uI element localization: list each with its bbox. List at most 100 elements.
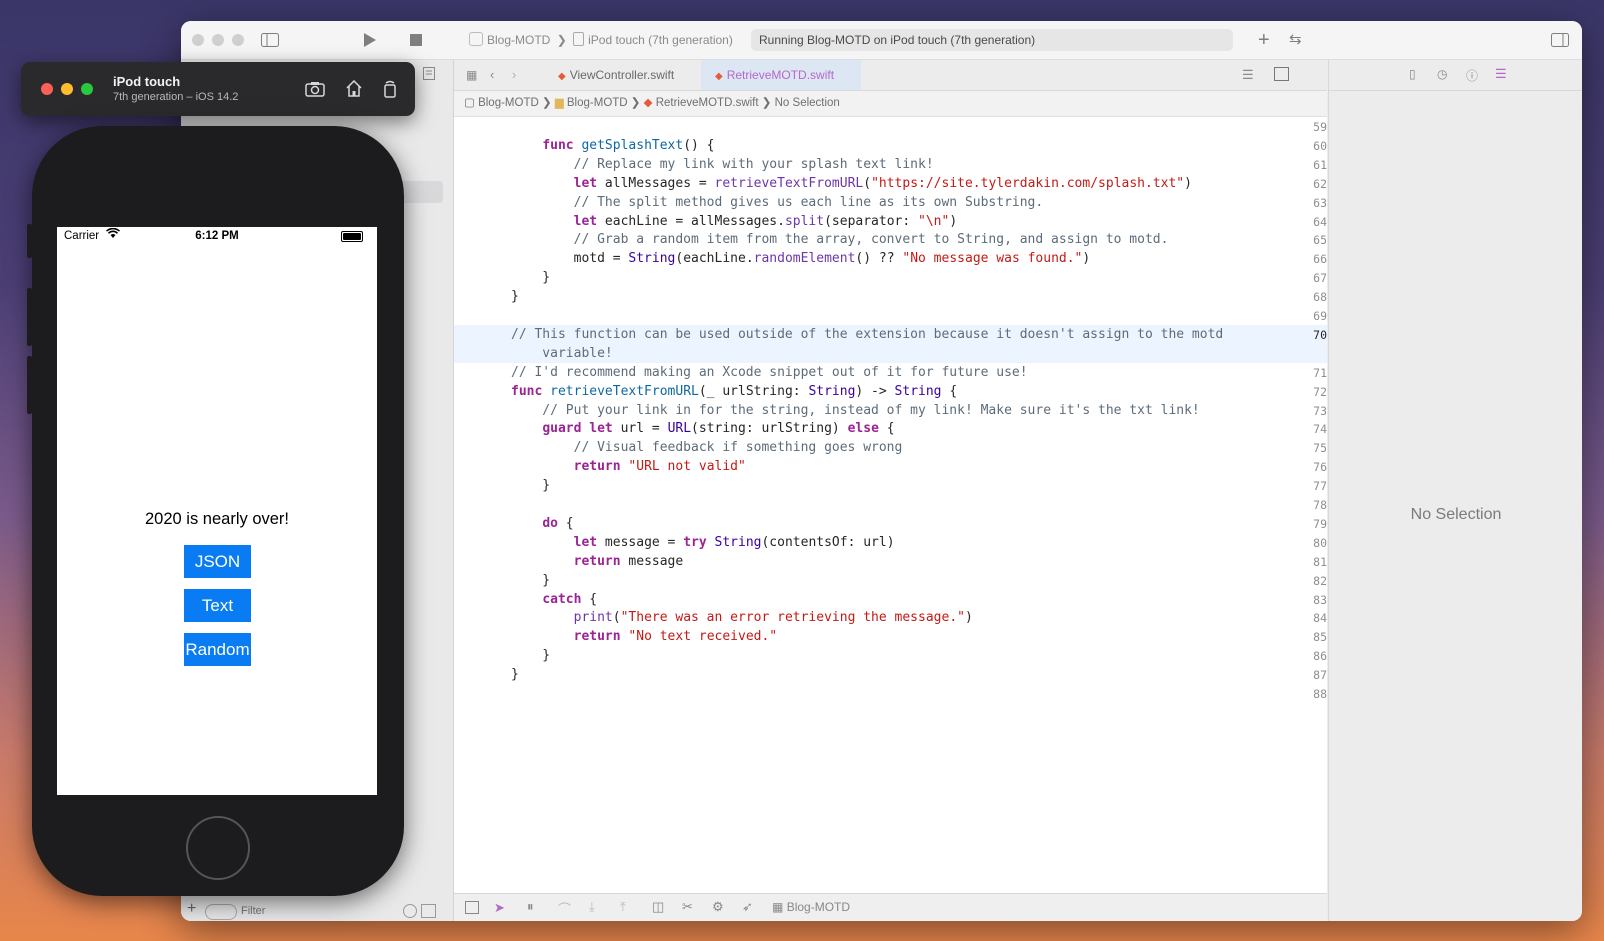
forward-chevron-icon[interactable]: ›: [512, 67, 516, 82]
code-line[interactable]: // I'd recommend making an Xcode snippet…: [511, 365, 1028, 380]
code-line[interactable]: }: [511, 573, 550, 588]
jump-symbol[interactable]: No Selection: [775, 97, 840, 109]
navigator-filter-bar: +: [181, 900, 453, 921]
history-icon[interactable]: ◷: [1437, 67, 1447, 81]
code-line[interactable]: }: [511, 270, 550, 285]
chevron-right-icon: ❯: [541, 97, 552, 109]
code-line[interactable]: func retrieveTextFromURL(_ urlString: St…: [511, 384, 957, 399]
json-button[interactable]: JSON: [184, 545, 251, 578]
text-button[interactable]: Text: [184, 589, 251, 622]
simulator-close-button[interactable]: [41, 83, 53, 95]
code-line[interactable]: return "URL not valid": [511, 459, 746, 474]
scm-filter-icon[interactable]: [421, 904, 436, 918]
code-line[interactable]: // Replace my link with your splash text…: [511, 157, 934, 172]
adjust-editor-icon[interactable]: ☰: [1242, 67, 1254, 83]
play-icon[interactable]: [363, 21, 377, 63]
code-line[interactable]: let message = try String(contentsOf: url…: [511, 535, 895, 550]
jump-file[interactable]: RetrieveMOTD.swift: [656, 97, 759, 109]
code-line[interactable]: }: [511, 648, 550, 663]
code-line[interactable]: return "No text received.": [511, 629, 778, 644]
code-line[interactable]: guard let url = URL(string: urlString) e…: [511, 421, 894, 436]
hide-debug-area-icon[interactable]: [465, 901, 479, 914]
grid-icon[interactable]: ▦: [466, 68, 477, 82]
app-icon: [469, 32, 483, 46]
environment-icon[interactable]: ⚙: [712, 899, 724, 915]
camera-icon[interactable]: [302, 76, 328, 102]
file-inspector-icon[interactable]: ▯: [1409, 67, 1416, 81]
line-number: 82: [1313, 573, 1327, 588]
code-line[interactable]: }: [511, 478, 550, 493]
step-in-icon[interactable]: ⤓: [589, 899, 595, 915]
step-out-icon[interactable]: ⤒: [620, 899, 626, 915]
code-line[interactable]: // Put your link in for the string, inst…: [511, 403, 1199, 418]
code-line[interactable]: print("There was an error retrieving the…: [511, 610, 973, 625]
help-icon[interactable]: ⓘ: [1466, 67, 1478, 84]
rotate-icon[interactable]: [377, 76, 403, 102]
code-line[interactable]: // Grab a random item from the array, co…: [511, 232, 1169, 247]
simulator-minimize-button[interactable]: [61, 83, 73, 95]
status-time: 6:12 PM: [195, 230, 239, 242]
code-line[interactable]: // This function can be used outside of …: [511, 327, 1223, 342]
jump-project[interactable]: Blog-MOTD: [478, 97, 539, 109]
window-zoom-button[interactable]: [232, 34, 244, 46]
code-line[interactable]: let allMessages = retrieveTextFromURL("h…: [511, 176, 1192, 191]
memory-graph-icon[interactable]: ✂: [682, 899, 693, 915]
stop-icon[interactable]: [410, 21, 422, 61]
location-icon[interactable]: ➶: [742, 899, 753, 915]
back-chevron-icon[interactable]: ‹: [490, 67, 494, 82]
scheme-selector[interactable]: Blog-MOTD ❯ iPod touch (7th generation): [469, 21, 733, 59]
add-file-icon[interactable]: +: [187, 900, 196, 918]
code-line[interactable]: variable!: [511, 346, 612, 361]
swift-file-icon: ◆: [643, 97, 653, 109]
tab-label: ViewController.swift: [569, 68, 675, 82]
breakpoints-icon[interactable]: ➤: [494, 900, 505, 916]
line-number: 83: [1313, 592, 1327, 607]
tab-retrievemotd[interactable]: ◆ RetrieveMOTD.swift: [701, 60, 861, 90]
swap-arrows-icon[interactable]: ⇆: [1289, 21, 1302, 59]
line-number: 86: [1313, 649, 1327, 664]
filter-icon[interactable]: [205, 904, 237, 920]
code-line[interactable]: // Visual feedback if something goes wro…: [511, 440, 903, 455]
filter-input[interactable]: [239, 902, 393, 920]
code-line[interactable]: let eachLine = allMessages.split(separat…: [511, 214, 958, 229]
code-line[interactable]: return message: [511, 554, 684, 569]
window-close-button[interactable]: [192, 34, 204, 46]
device-home-button[interactable]: [186, 816, 250, 880]
attributes-inspector-icon[interactable]: ☰: [1495, 66, 1507, 82]
split-editor-icon[interactable]: [1274, 67, 1289, 81]
line-number: 75: [1313, 441, 1327, 456]
code-line[interactable]: catch {: [511, 592, 597, 607]
tab-label: RetrieveMOTD.swift: [726, 68, 835, 82]
sidebar-right-icon[interactable]: [1551, 21, 1569, 62]
simulator-zoom-button[interactable]: [81, 83, 93, 95]
debug-target[interactable]: ▦ Blog-MOTD: [772, 900, 850, 914]
document-outline-icon[interactable]: [423, 67, 437, 81]
code-line[interactable]: do {: [511, 516, 573, 531]
device-volume-down[interactable]: [27, 356, 32, 414]
code-line[interactable]: motd = String(eachLine.randomElement() ?…: [511, 251, 1091, 266]
random-button[interactable]: Random: [184, 633, 251, 666]
code-line[interactable]: func getSplashText() {: [511, 138, 714, 153]
home-icon[interactable]: [341, 76, 367, 102]
step-over-icon[interactable]: ⌒: [558, 899, 571, 918]
inspector-empty-label: No Selection: [1410, 506, 1502, 523]
device-volume-up[interactable]: [27, 288, 32, 346]
code-line[interactable]: // The split method gives us each line a…: [511, 195, 1044, 210]
debug-bar: ➤ ⏸ ⌒ ⤓ ⤒ ◫ ✂ ⚙ ➶ ▦ Blog-MOTD: [454, 893, 1327, 921]
code-line[interactable]: }: [511, 667, 519, 682]
line-number: 71: [1313, 365, 1327, 380]
sidebar-icon[interactable]: [261, 21, 279, 62]
line-number: 84: [1313, 611, 1327, 626]
line-number: 76: [1313, 460, 1327, 475]
view-hierarchy-icon[interactable]: ◫: [652, 899, 664, 915]
source-editor[interactable]: 59 60 func getSplashText() {61 // Replace…: [454, 117, 1327, 893]
motd-label: 2020 is nearly over!: [145, 510, 289, 528]
code-line[interactable]: }: [511, 289, 519, 304]
device-mute-switch[interactable]: [27, 224, 32, 258]
recent-files-icon[interactable]: [403, 904, 417, 918]
pause-icon[interactable]: ⏸: [527, 899, 534, 915]
window-minimize-button[interactable]: [212, 34, 224, 46]
tab-viewcontroller[interactable]: ◆ ViewController.swift: [542, 60, 708, 90]
jump-group[interactable]: Blog-MOTD: [567, 97, 628, 109]
plus-icon[interactable]: +: [1258, 21, 1270, 59]
